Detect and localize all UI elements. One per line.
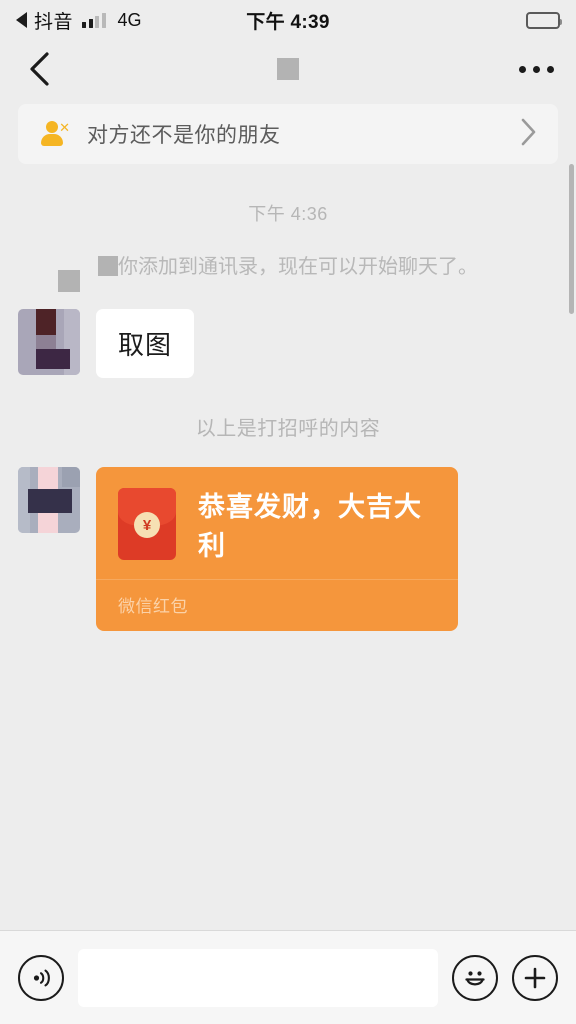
- status-back-app-label: 抖音: [34, 11, 74, 33]
- ellipsis-icon[interactable]: [519, 65, 554, 73]
- chevron-left-icon[interactable]: [22, 52, 56, 86]
- avatar-contact-1[interactable]: [18, 309, 80, 375]
- avatar-contact-2[interactable]: [18, 467, 80, 533]
- message-list: 下午 4:36 你添加到通讯录，现在可以开始聊天了。 取图 以上是打招呼的内容: [0, 164, 576, 930]
- page-title-redacted: [277, 58, 299, 80]
- smiley-icon[interactable]: [452, 954, 498, 1001]
- person-x-icon: ✕: [40, 119, 70, 149]
- nav-bar: [0, 40, 576, 98]
- message-bubble-text[interactable]: 取图: [96, 309, 195, 378]
- not-friend-banner[interactable]: ✕ 对方还不是你的朋友: [18, 104, 558, 164]
- message-timestamp: 下午 4:36: [248, 204, 328, 224]
- signal-bars-icon: [82, 12, 106, 28]
- red-envelope-icon: ¥: [118, 488, 176, 560]
- red-packet-title: 恭喜发财，大吉大利: [198, 492, 422, 561]
- greeting-note: 以上是打招呼的内容: [195, 418, 381, 440]
- status-bar-right: [526, 11, 562, 29]
- status-bar: 抖音 4G 下午 4:39: [0, 0, 576, 40]
- network-type-label: 4G: [117, 9, 142, 30]
- red-packet-footer: 微信红包: [96, 579, 458, 631]
- input-bar: [0, 930, 576, 1024]
- not-friend-banner-label: 对方还不是你的朋友: [87, 124, 281, 147]
- message-text: 取图: [96, 309, 195, 378]
- triangle-left-icon[interactable]: [16, 12, 27, 28]
- red-packet-card[interactable]: ¥ 恭喜发财，大吉大利 微信红包: [96, 467, 458, 631]
- battery-full-icon: [526, 11, 562, 29]
- status-bar-left: 抖音 4G: [16, 7, 142, 34]
- plus-icon[interactable]: [512, 954, 558, 1001]
- system-message: 你添加到通讯录，现在可以开始聊天了。: [18, 252, 558, 292]
- friend-banner-wrap: ✕ 对方还不是你的朋友: [0, 98, 576, 164]
- scrollbar-thumb[interactable]: [569, 164, 574, 314]
- red-packet-top: ¥ 恭喜发财，大吉大利: [96, 467, 458, 579]
- wechat-chat-screen: 抖音 4G 下午 4:39 ✕ 对方还不是你的朋友 下午 4:36 你添加到通讯…: [0, 0, 576, 1024]
- message-row-text: 取图: [18, 309, 558, 378]
- system-message-text: 你添加到通讯录，现在可以开始聊天了。: [118, 256, 478, 278]
- system-message-redact-inline: [98, 256, 118, 276]
- message-bubble-red-packet[interactable]: ¥ 恭喜发财，大吉大利 微信红包: [96, 467, 458, 631]
- currency-symbol: ¥: [134, 512, 160, 538]
- message-row-red-packet: ¥ 恭喜发财，大吉大利 微信红包: [18, 467, 558, 631]
- message-input[interactable]: [78, 948, 438, 1007]
- system-message-redact-left: [58, 270, 80, 292]
- chevron-right-icon: [520, 117, 538, 152]
- voice-wave-icon[interactable]: [18, 954, 64, 1001]
